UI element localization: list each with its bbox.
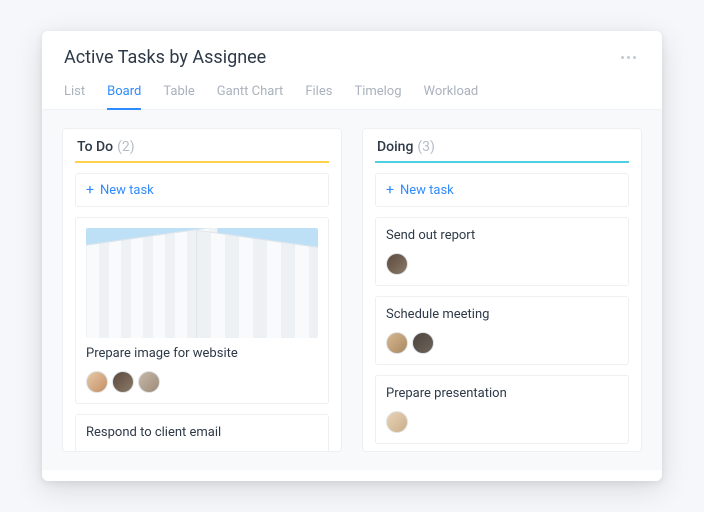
assignee-avatars [386, 411, 618, 433]
board-area: To Do (2) + New task Prepare image for w… [42, 110, 662, 470]
column-header-doing: Doing (3) [375, 139, 629, 163]
tab-files[interactable]: Files [305, 78, 332, 109]
task-card[interactable]: Send out report [375, 217, 629, 286]
avatar[interactable] [386, 411, 408, 433]
task-title: Send out report [386, 228, 618, 245]
task-title: Prepare image for website [86, 346, 318, 363]
avatar[interactable] [86, 371, 108, 393]
avatar[interactable] [412, 332, 434, 354]
task-card[interactable]: Schedule meeting [375, 296, 629, 365]
task-thumbnail [86, 228, 318, 338]
assignee-avatars [386, 253, 618, 275]
avatar[interactable] [138, 371, 160, 393]
tab-workload[interactable]: Workload [424, 78, 479, 109]
task-card[interactable]: Prepare image for website [75, 217, 329, 404]
column-header-todo: To Do (2) [75, 139, 329, 163]
tab-timelog[interactable]: Timelog [354, 78, 401, 109]
avatar[interactable] [386, 253, 408, 275]
column-count: (2) [117, 139, 135, 155]
task-title: Schedule meeting [386, 307, 618, 324]
avatar[interactable] [386, 332, 408, 354]
column-count: (3) [417, 139, 435, 155]
plus-icon: + [86, 182, 94, 198]
column-doing: Doing (3) + New task Send out report Sch… [362, 128, 642, 452]
view-tabs: List Board Table Gantt Chart Files Timel… [42, 72, 662, 110]
plus-icon: + [386, 182, 394, 198]
task-title: Respond to client email [86, 425, 318, 442]
header: Active Tasks by Assignee [42, 31, 662, 72]
more-icon[interactable] [617, 52, 640, 63]
column-todo: To Do (2) + New task Prepare image for w… [62, 128, 342, 452]
assignee-avatars [386, 332, 618, 354]
tab-gantt-chart[interactable]: Gantt Chart [217, 78, 284, 109]
tab-board[interactable]: Board [107, 78, 141, 109]
tab-table[interactable]: Table [163, 78, 194, 109]
column-title: Doing [377, 139, 413, 155]
page-title: Active Tasks by Assignee [64, 47, 266, 68]
task-title: Prepare presentation [386, 386, 618, 403]
task-card[interactable]: Prepare presentation [375, 375, 629, 444]
new-task-button[interactable]: + New task [375, 173, 629, 207]
app-frame: Active Tasks by Assignee List Board Tabl… [42, 31, 662, 481]
avatar[interactable] [112, 371, 134, 393]
task-card[interactable]: Respond to client email [75, 414, 329, 452]
column-title: To Do [77, 139, 113, 155]
new-task-label: New task [100, 183, 154, 198]
new-task-label: New task [400, 183, 454, 198]
assignee-avatars [86, 371, 318, 393]
new-task-button[interactable]: + New task [75, 173, 329, 207]
tab-list[interactable]: List [64, 78, 85, 109]
